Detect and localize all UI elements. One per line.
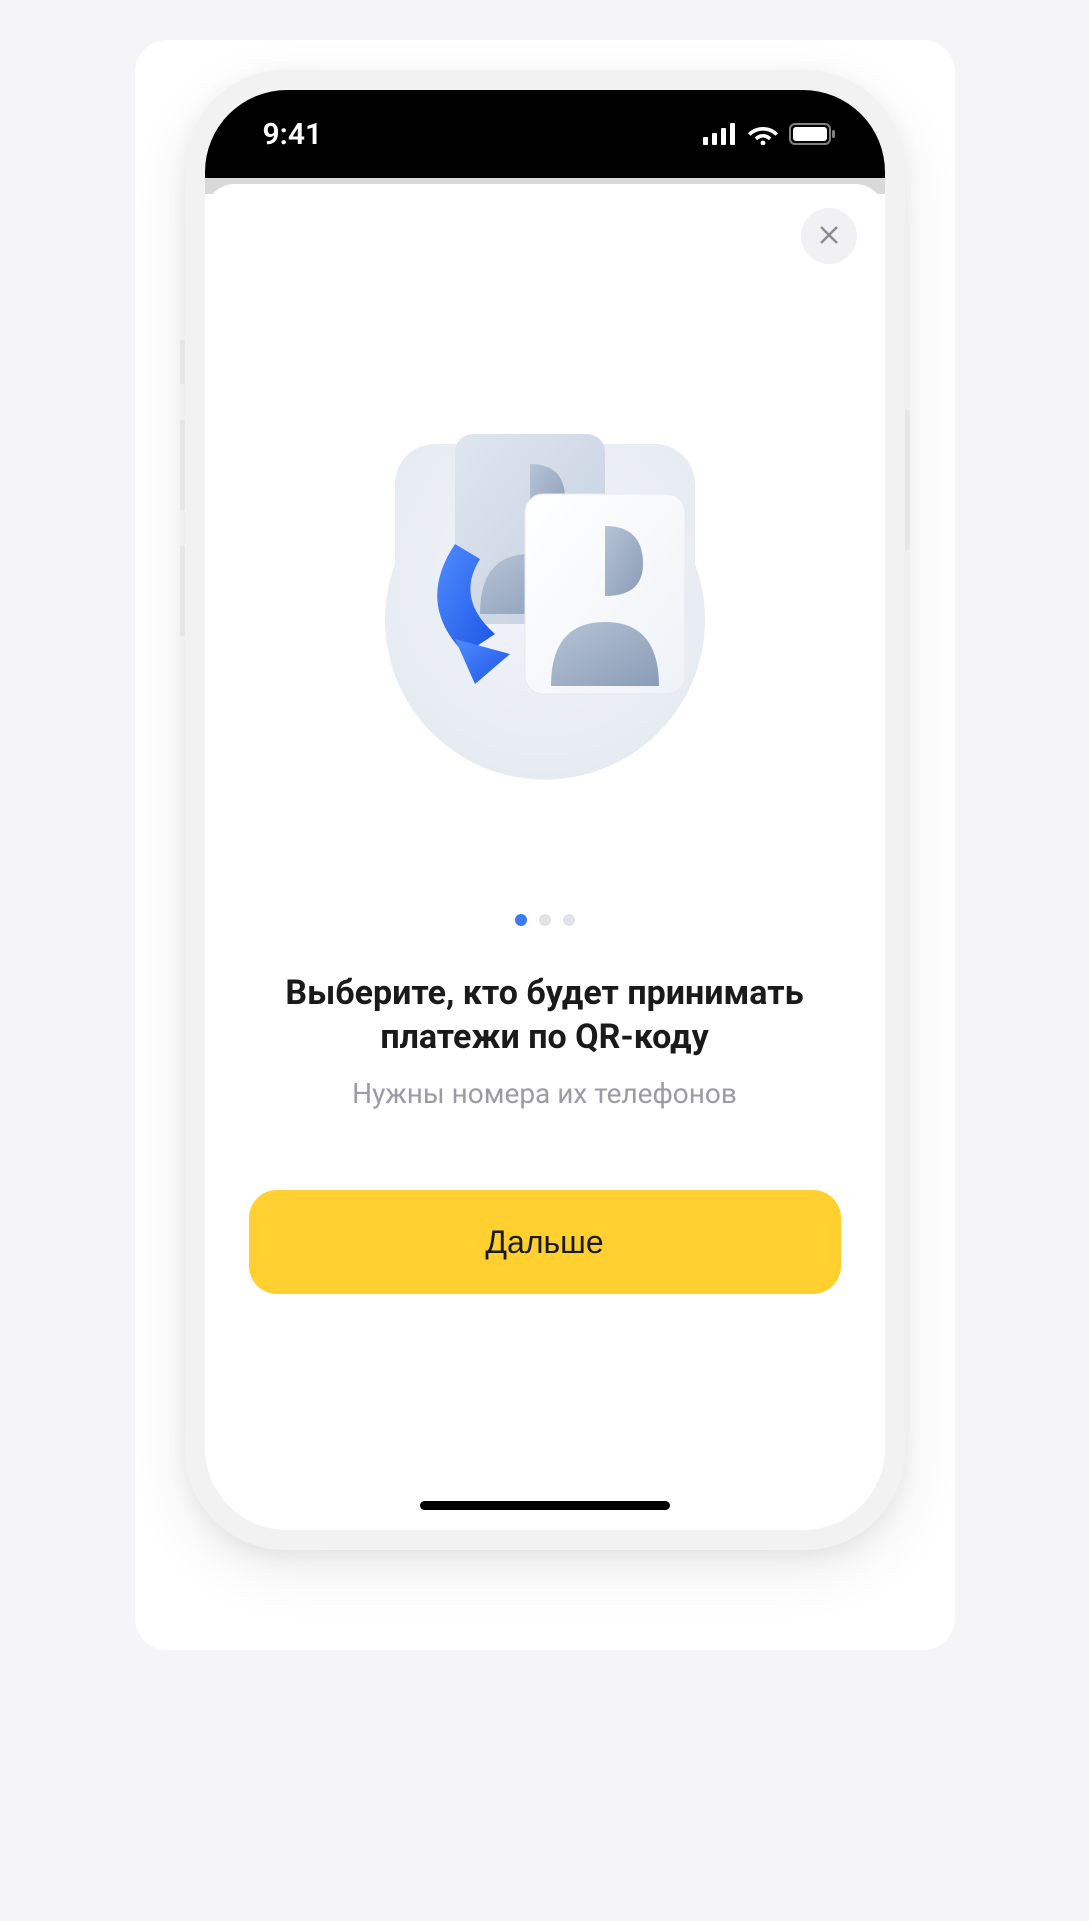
next-button[interactable]: Дальше [249, 1190, 841, 1294]
close-icon [818, 224, 840, 249]
close-button[interactable] [801, 208, 857, 264]
pager-dot-1 [515, 914, 527, 926]
onboarding-modal: Выберите, кто будет принимать платежи по… [205, 184, 885, 1530]
phone-notch [385, 90, 705, 152]
cellular-icon [703, 123, 737, 145]
pager-dot-2 [539, 914, 551, 926]
home-indicator[interactable] [420, 1501, 670, 1510]
onboarding-title: Выберите, кто будет принимать платежи по… [249, 972, 841, 1059]
onboarding-subtitle: Нужны номера их телефонов [352, 1077, 737, 1110]
pager-dot-3 [563, 914, 575, 926]
people-transfer-illustration [335, 364, 755, 784]
status-time: 9:41 [263, 117, 323, 152]
wifi-icon [747, 123, 779, 145]
phone-mockup: 9:41 [185, 70, 905, 1550]
page-indicator [515, 914, 575, 926]
battery-icon [789, 123, 837, 145]
